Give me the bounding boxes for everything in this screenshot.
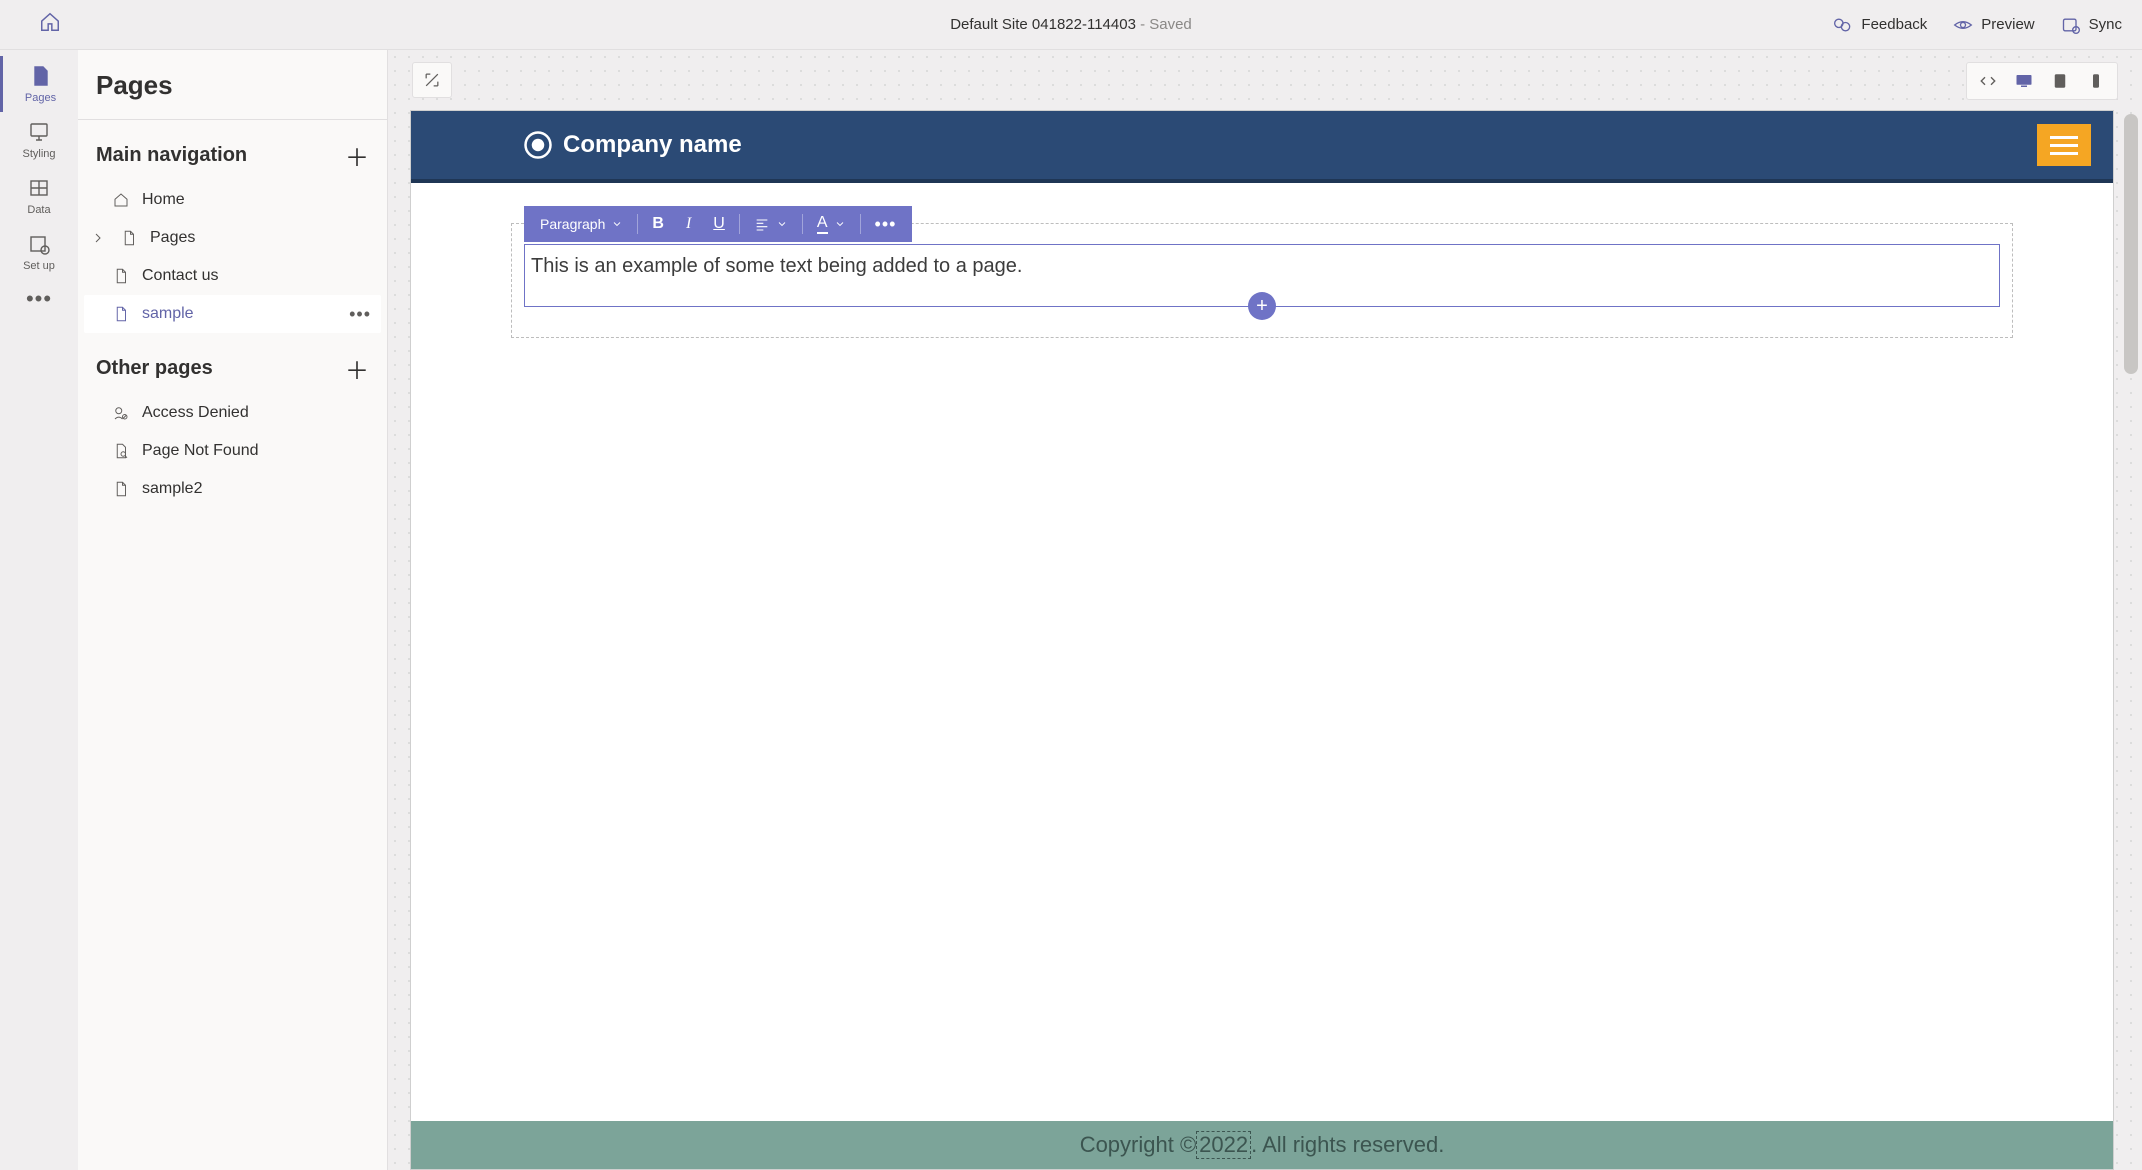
preview-button[interactable]: Preview [1953,15,2034,35]
tree-label: Access Denied [142,404,249,422]
rte-align-dropdown[interactable] [744,210,798,238]
rail-item-data[interactable]: Data [0,168,78,224]
footer-year-editable[interactable]: 2022 [1196,1131,1251,1159]
rte-style-label: Paragraph [540,216,605,232]
vertical-scrollbar-thumb[interactable] [2124,114,2138,374]
tree-item-page-not-found[interactable]: Page Not Found [84,432,381,470]
data-icon [27,176,51,200]
rte-bold-button[interactable]: B [642,210,674,238]
tree-label: sample [142,305,194,323]
footer-prefix: Copyright © [1080,1132,1196,1158]
main-nav-section-header: Main navigation ＋ [78,120,387,181]
sync-button[interactable]: Sync [2061,15,2122,35]
site-header: Company name [411,111,2113,183]
tree-item-contact-us[interactable]: Contact us [84,257,381,295]
toolbar-separator [739,214,740,234]
content-area: Paragraph B I U [411,183,2113,1121]
page-preview: Company name Paragraph [388,50,2114,1170]
rich-text-toolbar: Paragraph B I U [524,206,912,242]
align-left-icon [754,216,770,232]
font-color-glyph: A [817,215,828,234]
toolbar-separator [637,214,638,234]
page-icon [29,64,53,88]
panel-title: Pages [78,50,387,120]
tree-label: Home [142,191,185,209]
app-root: Default Site 041822-114403 - Saved Feedb… [0,0,2142,1170]
chevron-down-icon [611,218,623,230]
rte-underline-button[interactable]: U [703,210,735,238]
tree-item-pages[interactable]: Pages [84,219,381,257]
chevron-down-icon [776,218,788,230]
setup-icon [27,232,51,256]
rail-label: Data [27,204,50,216]
tree-label: Page Not Found [142,442,259,460]
access-denied-icon [112,404,130,422]
preview-icon [1953,15,1973,35]
feedback-button[interactable]: Feedback [1833,15,1927,35]
rail-item-setup[interactable]: Set up [0,224,78,280]
preview-frame: Company name Paragraph [410,110,2114,1170]
styling-icon [27,120,51,144]
site-title-text: Default Site 041822-114403 [950,16,1136,33]
tree-item-sample2[interactable]: sample2 [84,470,381,508]
add-other-page-button[interactable]: ＋ [345,351,369,386]
nav-rail: Pages Styling Data Set up ••• [0,50,78,1170]
tree-label: Pages [150,229,195,247]
sync-icon [2061,15,2081,35]
tree-item-more-button[interactable]: ••• [349,305,371,323]
rail-item-pages[interactable]: Pages [0,56,78,112]
home-icon[interactable] [39,11,61,38]
rte-font-color-dropdown[interactable]: A [807,210,856,238]
text-block-editor[interactable]: This is an example of some text being ad… [524,244,2000,307]
page-icon [112,480,130,498]
tree-item-home[interactable]: Home [84,181,381,219]
rail-label: Styling [22,148,55,160]
page-icon [112,267,130,285]
add-main-nav-page-button[interactable]: ＋ [345,138,369,173]
company-logo-and-name[interactable]: Company name [523,130,742,160]
other-pages-title: Other pages [96,357,213,380]
page-icon [120,229,138,247]
home-icon [112,191,130,209]
chevron-down-icon [834,218,846,230]
rail-overflow-button[interactable]: ••• [26,288,52,310]
feedback-label: Feedback [1861,16,1927,33]
main-nav-title: Main navigation [96,144,247,167]
toolbar-separator [802,214,803,234]
rail-label: Pages [25,92,56,104]
site-footer: Copyright © 2022. All rights reserved. [411,1121,2113,1169]
hamburger-menu-button[interactable] [2037,124,2091,166]
tree-label: sample2 [142,480,202,498]
chevron-right-icon [90,230,106,246]
site-title: Default Site 041822-114403 - Saved [950,16,1192,33]
save-status: - Saved [1136,16,1192,33]
page-icon [112,305,130,323]
feedback-icon [1833,15,1853,35]
sync-label: Sync [2089,16,2122,33]
body-text: This is an example of some text being ad… [531,255,1022,277]
pages-panel: Pages Main navigation ＋ Home Pages [78,50,388,1170]
section-outline[interactable]: Paragraph B I U [511,223,2013,338]
rte-more-button[interactable]: ••• [865,210,907,238]
other-pages-section-header: Other pages ＋ [78,333,387,394]
canvas-area: Company name Paragraph [388,50,2142,1170]
rte-italic-button[interactable]: I [676,210,701,238]
tree-item-access-denied[interactable]: Access Denied [84,394,381,432]
rail-item-styling[interactable]: Styling [0,112,78,168]
tree-item-sample[interactable]: sample ••• [84,295,381,333]
company-name: Company name [563,131,742,159]
footer-suffix: . All rights reserved. [1251,1132,1444,1158]
preview-label: Preview [1981,16,2034,33]
page-search-icon [112,442,130,460]
company-logo-icon [523,130,553,160]
rail-label: Set up [23,260,55,272]
add-component-button[interactable]: + [1248,292,1276,320]
toolbar-separator [860,214,861,234]
rte-paragraph-style-dropdown[interactable]: Paragraph [530,210,633,238]
top-bar: Default Site 041822-114403 - Saved Feedb… [0,0,2142,50]
tree-label: Contact us [142,267,218,285]
